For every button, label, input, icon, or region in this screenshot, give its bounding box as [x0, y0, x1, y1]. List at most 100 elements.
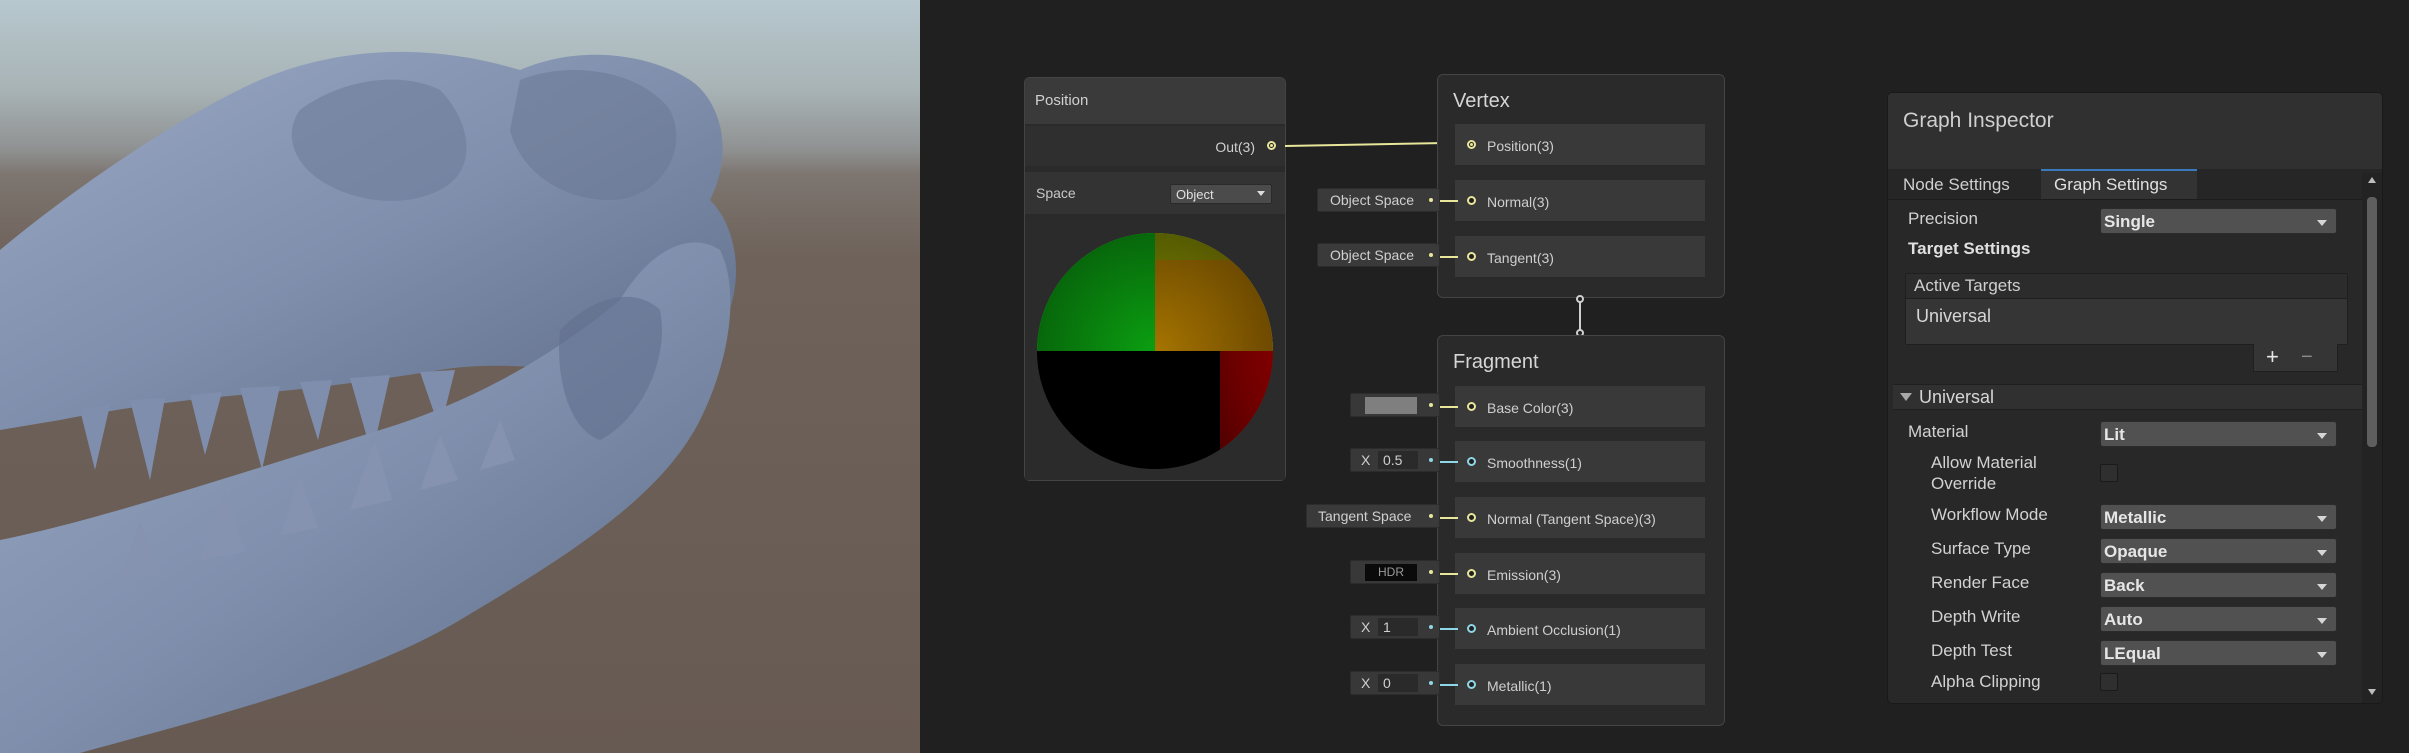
normal-ts-input[interactable]: Tangent Space [1306, 504, 1440, 528]
add-target-button[interactable]: + [2266, 344, 2279, 370]
alpha-clipping-label: Alpha Clipping [1931, 672, 2041, 691]
material-dropdown[interactable]: Lit [2100, 421, 2337, 447]
input-connector-dot [1429, 681, 1433, 685]
normal-ts-port-dot[interactable] [1467, 513, 1476, 522]
space-row: Space Object [1025, 172, 1285, 214]
input-wire [1440, 256, 1458, 258]
target-list-item[interactable]: Universal [1906, 300, 2347, 342]
space-label: Space [1036, 185, 1076, 201]
fragment-port-smoothness[interactable]: Smoothness(1) [1455, 441, 1705, 482]
scroll-up-icon[interactable] [2368, 177, 2376, 183]
position-port-dot[interactable] [1467, 140, 1476, 149]
workflow-mode-dropdown[interactable]: Metallic [2100, 504, 2337, 530]
base-color-port-dot[interactable] [1467, 402, 1476, 411]
vertex-port-tangent[interactable]: Tangent(3) [1455, 236, 1705, 277]
input-wire [1440, 628, 1458, 630]
input-connector-dot [1429, 253, 1433, 257]
inspector-header[interactable]: Graph Inspector [1888, 93, 2382, 169]
ao-port-dot[interactable] [1467, 624, 1476, 633]
fragment-port-label: Emission(3) [1487, 567, 1561, 583]
precision-label: Precision [1908, 209, 1978, 228]
active-targets-header: Active Targets [1906, 274, 2347, 299]
smoothness-prefix: X [1361, 452, 1371, 468]
remove-target-button[interactable]: − [2301, 346, 2313, 369]
vertex-port-label: Position(3) [1487, 138, 1554, 154]
vertex-port-normal[interactable]: Normal(3) [1455, 180, 1705, 221]
space-dropdown[interactable]: Object [1170, 184, 1272, 204]
tangent-space-value: Object Space [1330, 247, 1415, 263]
fragment-port-base-color[interactable]: Base Color(3) [1455, 386, 1705, 427]
fragment-port-metallic[interactable]: Metallic(1) [1455, 664, 1705, 705]
input-connector-dot [1429, 198, 1433, 202]
normal-space-value: Object Space [1330, 192, 1415, 208]
normal-ts-value: Tangent Space [1318, 508, 1412, 524]
position-node[interactable]: Position Out(3) Space Object [1024, 77, 1286, 481]
universal-section-header[interactable]: Universal [1893, 384, 2363, 410]
fragment-port-label: Ambient Occlusion(1) [1487, 622, 1621, 638]
smoothness-field[interactable]: 0.5 [1378, 451, 1418, 469]
input-wire [1440, 200, 1458, 202]
tangent-port-dot[interactable] [1467, 252, 1476, 261]
surface-type-dropdown[interactable]: Opaque [2100, 538, 2337, 564]
chevron-down-icon [2317, 550, 2327, 556]
surface-type-label: Surface Type [1931, 539, 2031, 558]
position-node-header[interactable]: Position [1025, 78, 1285, 124]
vertex-port-label: Normal(3) [1487, 194, 1550, 210]
metallic-port-dot[interactable] [1467, 680, 1476, 689]
vertex-port-position[interactable]: Position(3) [1455, 124, 1705, 165]
input-wire [1440, 684, 1458, 686]
fragment-port-normal[interactable]: Normal (Tangent Space)(3) [1455, 497, 1705, 538]
tangent-space-input[interactable]: Object Space [1317, 243, 1440, 267]
metallic-input[interactable]: X 0 [1350, 671, 1440, 695]
input-wire [1440, 406, 1458, 408]
material-label: Material [1908, 422, 1969, 441]
hdr-label: HDR [1378, 565, 1404, 579]
active-targets-list: Active Targets Universal [1905, 273, 2348, 345]
allow-material-override-checkbox[interactable] [2100, 464, 2118, 482]
input-connector-dot [1429, 403, 1433, 407]
metallic-field[interactable]: 0 [1378, 674, 1418, 692]
ao-input[interactable]: X 1 [1350, 615, 1440, 639]
inspector-scrollbar[interactable] [2362, 173, 2382, 703]
position-node-title: Position [1035, 92, 1089, 109]
fragment-port-emission[interactable]: Emission(3) [1455, 553, 1705, 594]
depth-test-dropdown[interactable]: LEqual [2100, 640, 2337, 666]
ao-field[interactable]: 1 [1378, 618, 1418, 636]
precision-dropdown[interactable]: Single [2100, 208, 2337, 234]
target-settings-label: Target Settings [1908, 239, 2031, 258]
base-color-input[interactable] [1350, 393, 1440, 417]
universal-section-title: Universal [1919, 387, 1995, 407]
emission-port-dot[interactable] [1467, 569, 1476, 578]
allow-material-override-label: Allow Material Override [1931, 453, 2037, 493]
depth-write-dropdown[interactable]: Auto [2100, 606, 2337, 632]
workflow-mode-label: Workflow Mode [1931, 505, 2048, 524]
triangle-down-icon [1900, 393, 1912, 401]
alpha-clipping-checkbox[interactable] [2100, 673, 2118, 691]
emission-input[interactable]: HDR [1350, 560, 1440, 584]
tab-node-settings[interactable]: Node Settings [1888, 169, 2041, 199]
scroll-down-icon[interactable] [2368, 689, 2376, 695]
smoothness-input[interactable]: X 0.5 [1350, 448, 1440, 472]
fragment-port-ambient-occlusion[interactable]: Ambient Occlusion(1) [1455, 608, 1705, 649]
inspector-title: Graph Inspector [1903, 109, 2054, 132]
preview-area [1025, 220, 1285, 480]
preview-sphere [1037, 233, 1273, 469]
color-swatch[interactable] [1365, 397, 1417, 414]
render-face-dropdown[interactable]: Back [2100, 572, 2337, 598]
scene-viewport[interactable] [0, 0, 920, 753]
smoothness-port-dot[interactable] [1467, 457, 1476, 466]
space-dropdown-value: Object [1176, 187, 1214, 202]
position-node-output-row: Out(3) [1025, 126, 1285, 166]
out-port-dot[interactable] [1267, 141, 1276, 150]
hdr-swatch[interactable]: HDR [1365, 564, 1417, 581]
active-targets-label: Active Targets [1914, 276, 2021, 295]
tab-graph-settings[interactable]: Graph Settings [2041, 169, 2197, 199]
metallic-prefix: X [1361, 675, 1371, 691]
graph-inspector-panel[interactable]: Graph Inspector Node Settings Graph Sett… [1887, 92, 2383, 704]
chevron-down-icon [2317, 652, 2327, 658]
chevron-down-icon [2317, 618, 2327, 624]
normal-space-input[interactable]: Object Space [1317, 188, 1440, 212]
normal-port-dot[interactable] [1467, 196, 1476, 205]
scrollbar-thumb[interactable] [2367, 197, 2377, 447]
chevron-down-icon [2317, 433, 2327, 439]
